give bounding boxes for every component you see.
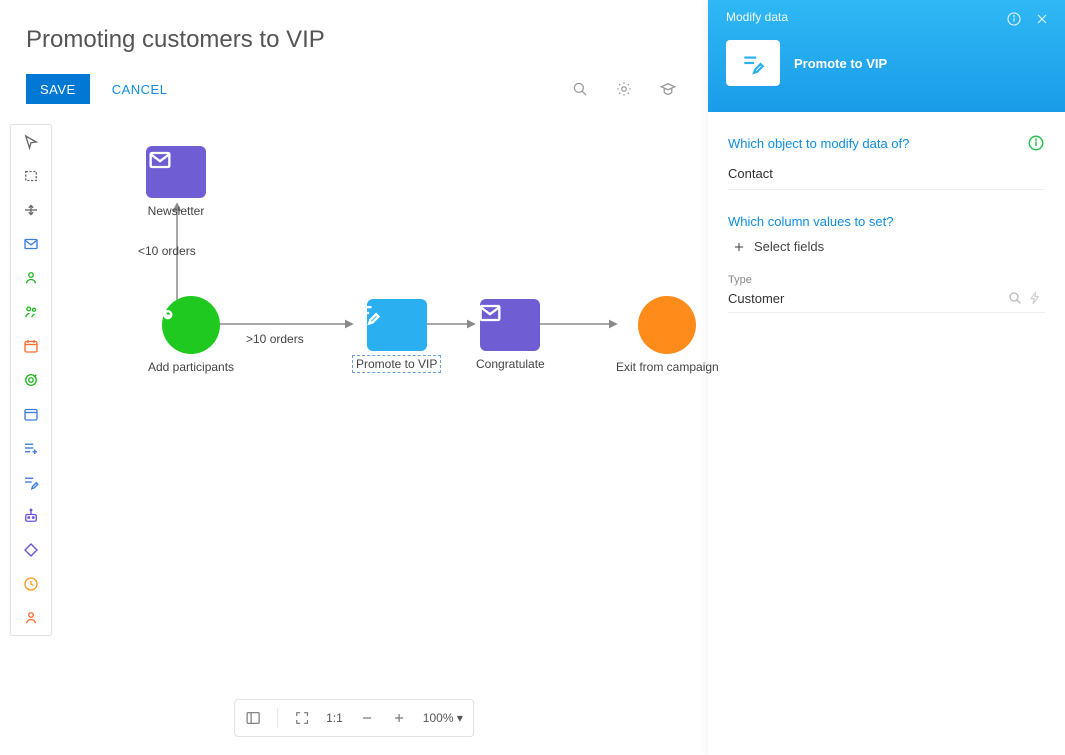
- modify-data-icon: [726, 40, 780, 86]
- save-button[interactable]: SAVE: [26, 74, 90, 104]
- action-bar: SAVE CANCEL: [0, 62, 708, 114]
- minimap-toggle-icon[interactable]: [245, 710, 261, 726]
- panel-header: Modify data Promote to VIP: [708, 0, 1065, 112]
- node-congratulate[interactable]: Congratulate: [476, 299, 545, 371]
- page-title: Promoting customers to VIP: [0, 0, 708, 62]
- audience-split-tool-icon[interactable]: [11, 295, 51, 329]
- question-object: Which object to modify data of?: [728, 134, 1045, 152]
- robot-tool-icon[interactable]: [11, 499, 51, 533]
- cancel-button[interactable]: CANCEL: [106, 81, 174, 98]
- select-fields-label: Select fields: [754, 239, 824, 254]
- exit-tool-icon[interactable]: [11, 601, 51, 635]
- node-exit-campaign[interactable]: Exit from campaign: [616, 296, 719, 374]
- zoom-percent-label[interactable]: 100% ▾: [423, 711, 463, 725]
- toolbox: [10, 124, 52, 636]
- zoom-toolbar: 1:1 100% ▾: [234, 699, 474, 737]
- email-tool-icon[interactable]: [11, 227, 51, 261]
- zoom-in-icon[interactable]: [391, 710, 407, 726]
- node-newsletter[interactable]: Newsletter: [146, 146, 206, 218]
- field-type-label: Type: [728, 274, 1045, 286]
- edge-label-lt10: <10 orders: [138, 244, 196, 258]
- field-type-row: Customer: [728, 288, 1045, 313]
- info-icon[interactable]: [1027, 134, 1045, 152]
- node-add-participants[interactable]: Add participants: [148, 296, 234, 374]
- node-label: Newsletter: [146, 204, 206, 218]
- diamond-tool-icon[interactable]: [11, 533, 51, 567]
- lookup-icon[interactable]: [1005, 290, 1025, 306]
- timer-tool-icon[interactable]: [11, 567, 51, 601]
- modify-data-tool-icon[interactable]: [11, 465, 51, 499]
- calendar-tool-icon[interactable]: [11, 397, 51, 431]
- lasso-tool-icon[interactable]: [11, 159, 51, 193]
- audience-tool-icon[interactable]: [11, 261, 51, 295]
- search-icon[interactable]: [566, 75, 594, 103]
- field-type-value[interactable]: Customer: [728, 291, 1005, 306]
- gear-icon[interactable]: [610, 75, 638, 103]
- node-promote-to-vip[interactable]: Promote to VIP: [354, 299, 439, 371]
- swimlane-tool-icon[interactable]: [11, 193, 51, 227]
- fit-screen-icon[interactable]: [294, 710, 310, 726]
- edge-label-gt10: >10 orders: [246, 332, 304, 346]
- zoom-out-icon[interactable]: [359, 710, 375, 726]
- node-label: Add participants: [148, 360, 234, 374]
- node-label: Congratulate: [476, 357, 545, 371]
- node-label: Exit from campaign: [616, 360, 719, 374]
- add-data-tool-icon[interactable]: [11, 431, 51, 465]
- pointer-tool-icon[interactable]: [11, 125, 51, 159]
- object-value[interactable]: Contact: [728, 162, 1045, 190]
- academy-icon[interactable]: [654, 75, 682, 103]
- event-schedule-tool-icon[interactable]: [11, 329, 51, 363]
- panel-title[interactable]: Promote to VIP: [794, 56, 887, 71]
- node-label: Promote to VIP: [354, 357, 439, 371]
- select-fields-button[interactable]: Select fields: [732, 239, 1045, 254]
- question-columns: Which column values to set?: [728, 214, 1045, 229]
- properties-panel: Modify data Promote to VIP Which object …: [708, 0, 1065, 755]
- formula-icon[interactable]: [1025, 290, 1045, 306]
- diagram-canvas[interactable]: Newsletter <10 orders Add participants >…: [60, 124, 708, 694]
- landing-target-tool-icon[interactable]: [11, 363, 51, 397]
- chevron-down-icon: ▾: [457, 711, 463, 725]
- zoom-ratio-label[interactable]: 1:1: [326, 711, 343, 725]
- panel-pre-title: Modify data: [726, 0, 1047, 24]
